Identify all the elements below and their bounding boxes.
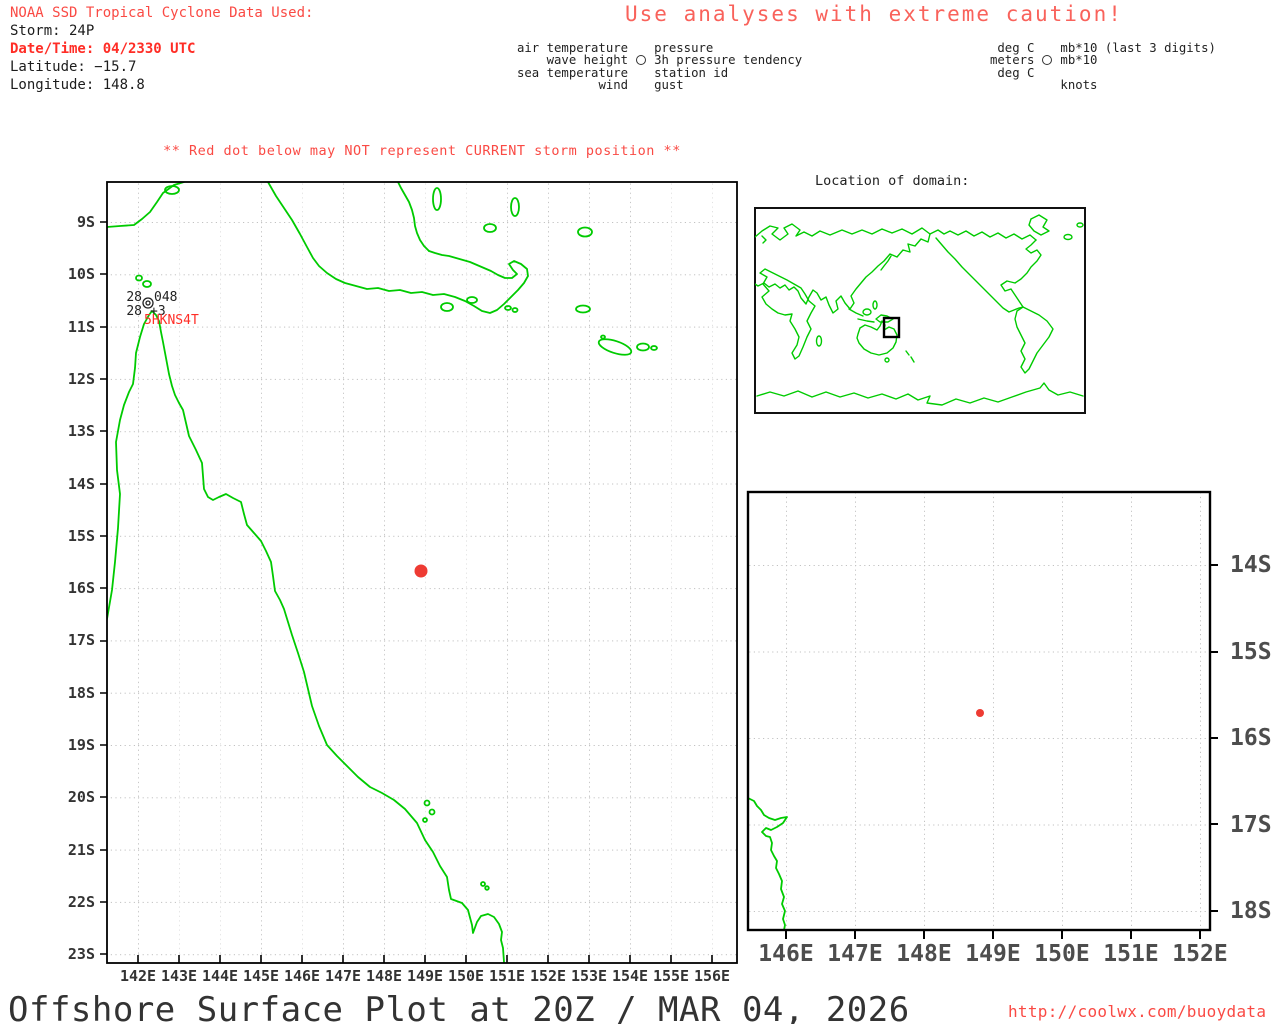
storm-position-dot <box>414 564 428 578</box>
tick-label: 144E <box>201 967 239 985</box>
storm-id-line: Storm: 24P <box>10 23 95 39</box>
tick-label: 13S <box>67 422 95 441</box>
tick-label: 12S <box>67 369 95 388</box>
station-circle-icon <box>628 54 654 66</box>
tick-label: 148E <box>896 941 952 967</box>
detail-map-x-ticks <box>785 930 1201 939</box>
legend-gap <box>628 67 654 79</box>
latitude-line: Latitude: −15.7 <box>10 59 137 75</box>
units-deg-c-sea: deg C <box>997 65 1035 80</box>
longitude-line: Longitude: 148.8 <box>10 77 145 93</box>
units-mb10: mb*10 <box>1060 53 1098 68</box>
tick-label: 149E <box>406 967 444 985</box>
tick-label: 16S <box>1230 725 1272 751</box>
tick-label: 153E <box>570 967 608 985</box>
inset-map-title: Location of domain: <box>815 173 970 189</box>
tick-label: 155E <box>652 967 690 985</box>
plot-title: Offshore Surface Plot at 20Z / MAR 04, 2… <box>8 990 910 1024</box>
storm-position-dot-detail <box>976 709 984 717</box>
legend-wind: wind <box>598 78 629 93</box>
tick-label: 18S <box>67 683 95 702</box>
tick-label: 17S <box>1230 811 1272 838</box>
tick-label: 14S <box>67 474 95 493</box>
legend-wave-height: wave height <box>546 53 629 68</box>
station-sea-temp: 28 <box>126 304 142 319</box>
tick-label: 147E <box>827 941 883 967</box>
tick-label: 156E <box>693 967 731 985</box>
tick-label: 15S <box>1230 638 1272 665</box>
tick-label: 154E <box>611 967 649 985</box>
tick-label: 152E <box>1172 941 1228 967</box>
storm-position-warning: ** Red dot below may NOT represent CURRE… <box>163 143 681 159</box>
legend-gap <box>1034 67 1060 79</box>
tick-label: 150E <box>447 967 485 985</box>
tick-label: 151E <box>488 967 526 985</box>
world-coastlines <box>755 214 1084 406</box>
main-map-x-axis-labels: 142E 143E 144E 145E 146E 147E 148E 149E 150E 151E… <box>107 967 737 987</box>
legend-gust: gust <box>654 78 684 93</box>
main-map <box>100 181 738 964</box>
tick-label: 145E <box>242 967 280 985</box>
datetime-line: Date/Time: 04/2330 UTC <box>10 41 196 57</box>
caution-banner: Use analyses with extreme caution! <box>625 2 1123 26</box>
tick-label: 18S <box>1230 898 1272 924</box>
tick-label: 149E <box>965 941 1021 967</box>
tick-label: 9S <box>76 213 95 231</box>
legend-gap <box>1034 42 1060 54</box>
data-source-line: NOAA SSD Tropical Cyclone Data Used: <box>10 5 314 21</box>
units-knots: knots <box>1060 78 1098 93</box>
main-map-y-axis-labels: 9S 10S 11S 12S 13S 14S 15S 16S 17S 18S 19S 20S 21S 22… <box>28 182 100 963</box>
tick-label: 11S <box>67 317 95 336</box>
detail-map-x-axis-labels: 146E 147E 148E 149E 150E 151E 152E <box>748 941 1227 969</box>
tick-label: 19S <box>67 736 95 754</box>
units-empty <box>990 79 1034 91</box>
station-air-temp: 28 <box>126 290 142 305</box>
main-map-y-ticks <box>100 221 107 955</box>
units-legend: deg C mb*10 (last 3 digits) meters mb*10… <box>990 42 1216 92</box>
tick-label: 143E <box>160 967 198 985</box>
legend-gap <box>628 42 654 54</box>
detail-map <box>746 490 1218 939</box>
tick-label: 148E <box>365 967 403 985</box>
tick-label: 150E <box>1034 941 1090 967</box>
station-pressure: 048 <box>154 290 178 305</box>
tick-label: 10S <box>67 265 95 284</box>
tick-label: 17S <box>67 631 95 650</box>
legend-pressure-tendency: 3h pressure tendency <box>654 53 803 68</box>
tick-label: 21S <box>67 840 95 859</box>
station-circle-icon <box>1034 54 1060 66</box>
tick-label: 15S <box>67 526 95 545</box>
source-url: http://coolwx.com/buoydata <box>1008 1002 1267 1021</box>
tick-label: 14S <box>1230 552 1272 578</box>
tick-label: 147E <box>324 967 362 985</box>
tick-label: 151E <box>1103 941 1159 967</box>
legend-gap <box>1034 79 1060 91</box>
station-id-label: 5HKNS4T <box>144 313 199 328</box>
legend-gap <box>628 79 654 91</box>
tick-label: 20S <box>67 788 95 807</box>
world-inset-map <box>754 207 1086 414</box>
tick-label: 152E <box>529 967 567 985</box>
offshore-surface-plot-screen: NOAA SSD Tropical Cyclone Data Used: Sto… <box>0 0 1280 1024</box>
station-model-legend: air temperature pressure wave height 3h … <box>517 42 802 92</box>
tick-label: 146E <box>758 941 814 967</box>
units-meters: meters <box>990 53 1035 68</box>
tick-label: 16S <box>67 579 95 598</box>
tick-label: 142E <box>119 967 157 985</box>
tick-label: 22S <box>67 892 95 911</box>
tick-label: 23S <box>67 945 95 964</box>
tick-label: 146E <box>283 967 321 985</box>
